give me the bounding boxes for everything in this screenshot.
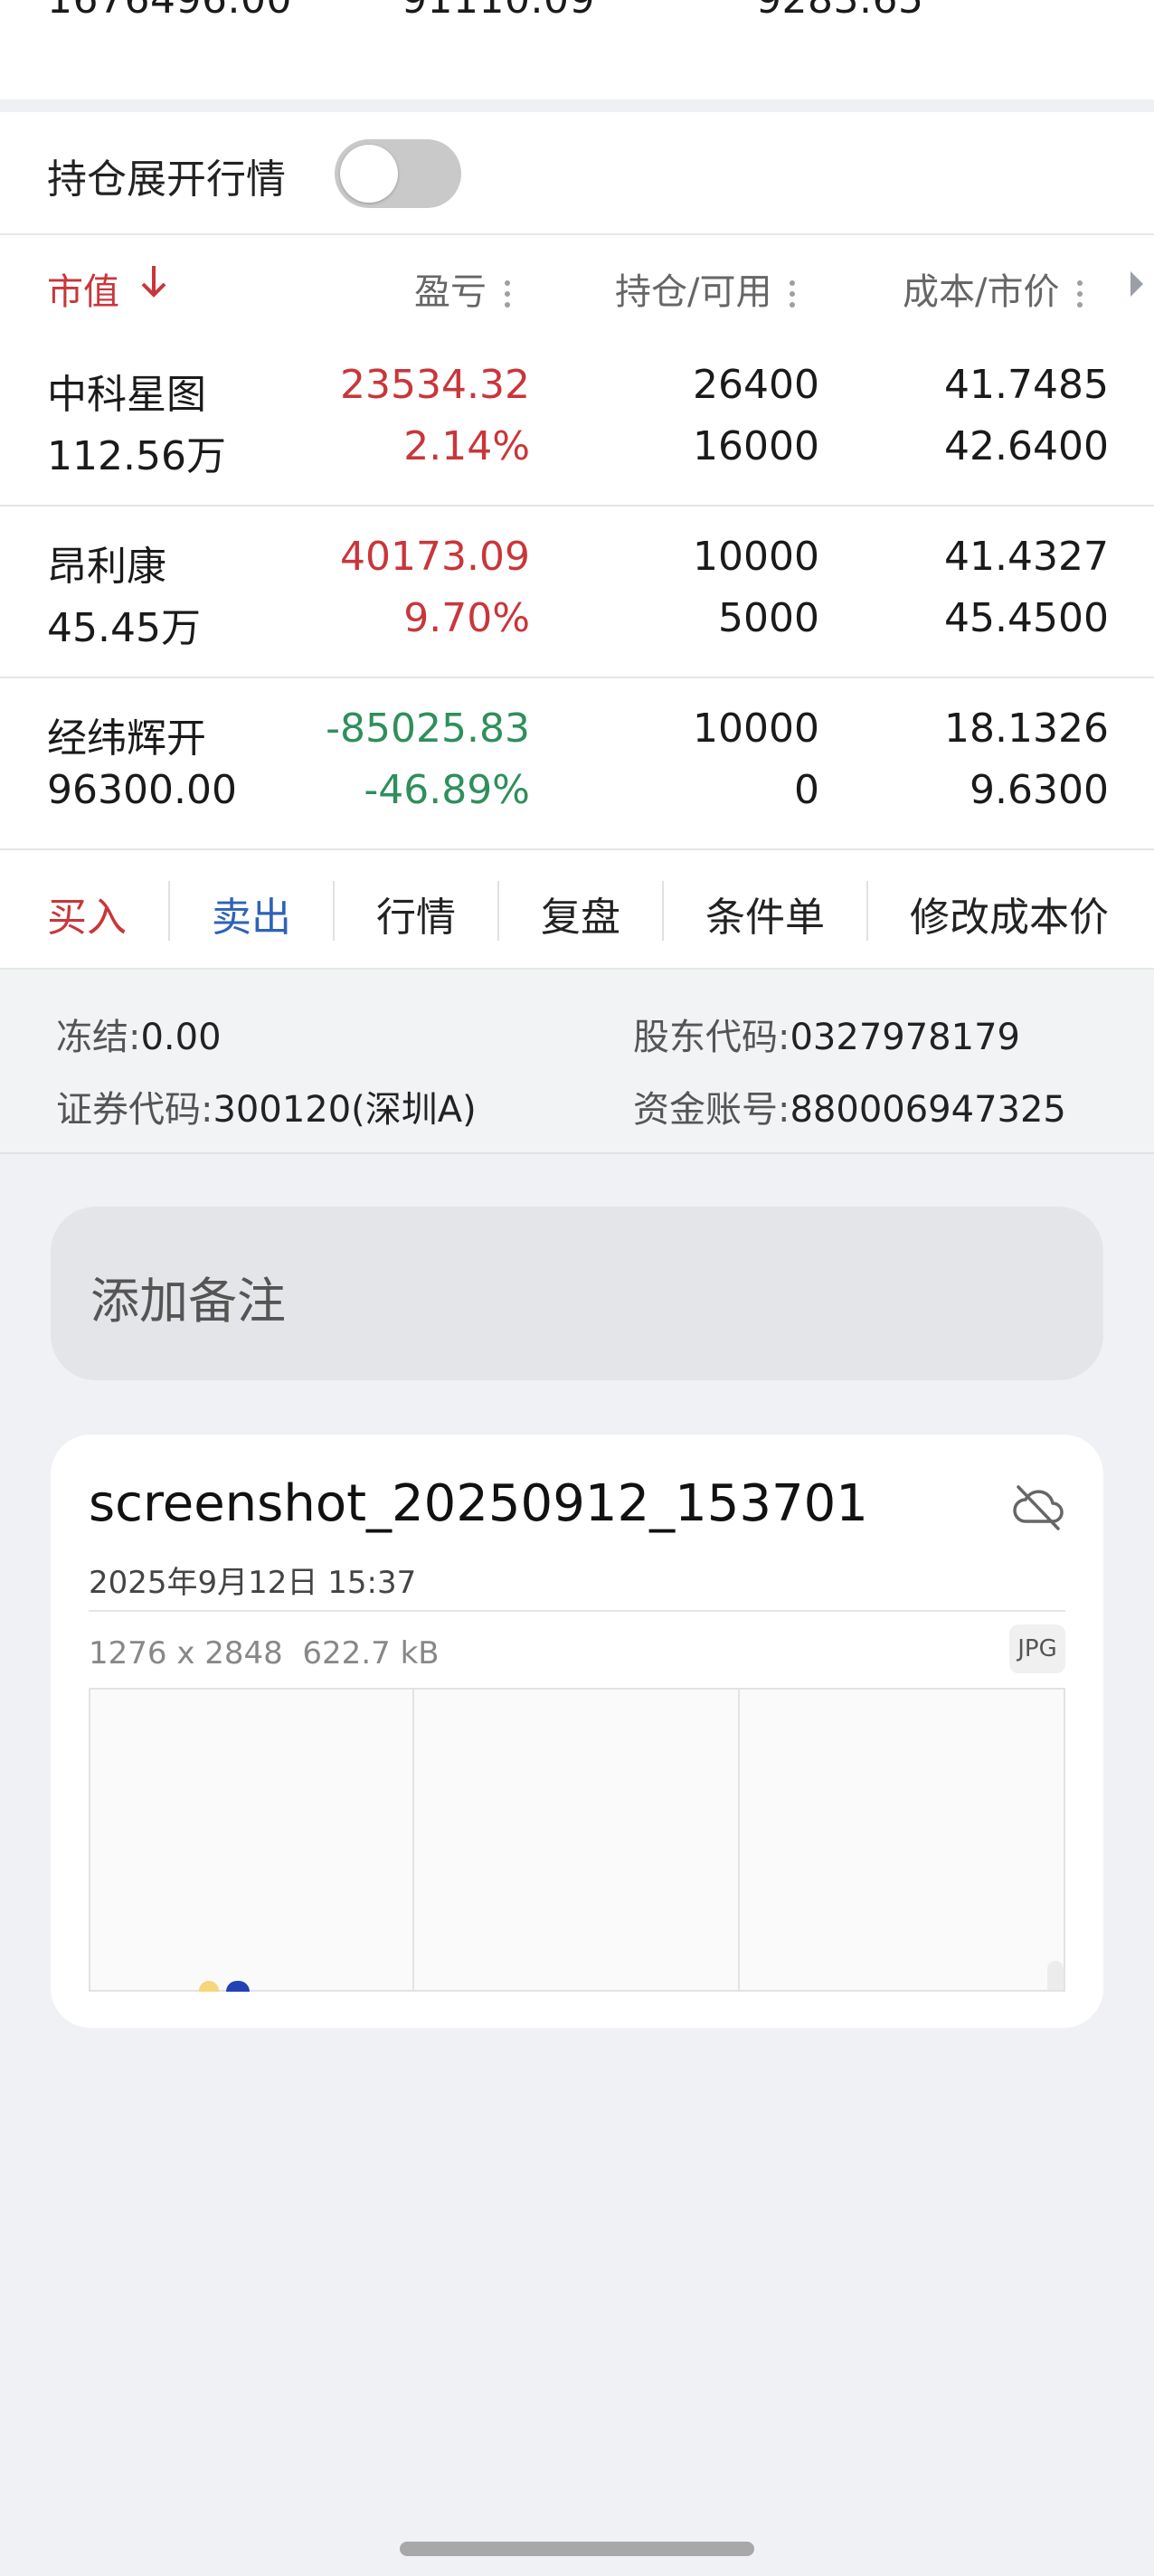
stock-profit-pct: 2.14%: [403, 423, 530, 469]
shareholder-code-value: 0327978179: [790, 1017, 1020, 1058]
edit-cost-button[interactable]: 修改成本价: [910, 885, 1109, 942]
stock-price: 42.6400: [944, 423, 1109, 469]
stock-name: 中科星图: [47, 372, 206, 418]
replay-button[interactable]: 复盘: [541, 885, 620, 942]
security-code-info: 证券代码:300120(深圳A): [56, 1080, 477, 1132]
header-cost-price-label: 成本/市价: [903, 271, 1060, 313]
stock-price: 9.6300: [970, 767, 1109, 813]
file-meta: 1276 x 2848 622.7 kB: [89, 1635, 440, 1672]
thumbnail-pane: [90, 1690, 414, 1990]
thumbnail-detail: [1047, 1961, 1064, 1990]
holdings-header: 市值 盈亏 持仓/可用 成本/市价: [0, 235, 1154, 335]
thumbnail-preview[interactable]: [89, 1688, 1065, 1992]
scroll-right-icon[interactable]: [1130, 271, 1143, 297]
divider: [333, 881, 335, 941]
file-size: 622.7 kB: [302, 1635, 440, 1672]
summary-daily-profit: 9283.65: [756, 0, 923, 23]
stock-name: 经纬辉开: [47, 715, 206, 762]
stock-position: 26400: [693, 362, 819, 408]
fund-account-info: 资金账号:880006947325: [633, 1080, 1066, 1132]
header-market-value[interactable]: 市值: [47, 262, 119, 315]
summary-profit: 91110.09: [402, 0, 595, 23]
stock-profit-pct: -46.89%: [364, 767, 530, 813]
more-vert-icon: [503, 280, 510, 308]
quote-button[interactable]: 行情: [376, 885, 456, 942]
stock-name: 昂利康: [47, 544, 166, 590]
stock-profit-pct: 9.70%: [403, 595, 530, 641]
stock-cost: 18.1326: [944, 706, 1109, 752]
stock-available: 5000: [718, 595, 819, 641]
stock-market-value: 112.56万: [47, 433, 226, 479]
stock-cost: 41.4327: [944, 534, 1109, 580]
divider: [0, 99, 1154, 112]
account-summary: 1676496.00 91110.09 9283.65: [0, 0, 1154, 99]
shareholder-code-label: 股东代码:: [633, 1017, 790, 1058]
account-info: 冻结:0.00 股东代码:0327978179 证券代码:300120(深圳A)…: [0, 970, 1154, 1154]
header-market-value-label: 市值: [47, 271, 119, 313]
header-profit-loss-label: 盈亏: [414, 271, 487, 313]
sell-button[interactable]: 卖出: [212, 885, 291, 942]
stock-available: 0: [794, 767, 819, 813]
divider: [662, 881, 664, 941]
more-vert-icon: [788, 280, 796, 308]
home-indicator[interactable]: [400, 2542, 754, 2556]
stock-price: 45.4500: [944, 595, 1109, 641]
file-name: screenshot_20250912_153701: [89, 1474, 868, 1533]
summary-total-assets: 1676496.00: [47, 0, 292, 23]
fund-account-value: 880006947325: [790, 1089, 1066, 1131]
stock-position: 10000: [693, 706, 819, 752]
table-row[interactable]: 昂利康 45.45万 40173.09 9.70% 10000 5000 41.…: [0, 507, 1154, 678]
fund-account-label: 资金账号:: [633, 1089, 790, 1131]
expand-quote-toggle[interactable]: [335, 139, 461, 208]
header-cost-price[interactable]: 成本/市价: [903, 262, 1083, 315]
stock-cost: 41.7485: [944, 362, 1109, 408]
buy-button[interactable]: 买入: [47, 885, 127, 942]
divider: [497, 881, 499, 941]
stock-available: 16000: [693, 423, 819, 469]
add-note-label: 添加备注: [90, 1273, 286, 1330]
conditional-order-button[interactable]: 条件单: [705, 885, 825, 942]
divider: [89, 1610, 1065, 1612]
stock-profit: 40173.09: [340, 534, 530, 580]
expand-quote-row: 持仓展开行情: [0, 112, 1154, 235]
divider: [866, 881, 868, 941]
stock-market-value: 96300.00: [47, 767, 237, 813]
file-dimensions: 1276 x 2848: [89, 1635, 283, 1672]
header-profit-loss[interactable]: 盈亏: [414, 262, 510, 315]
cloud-off-icon[interactable]: [1011, 1482, 1065, 1532]
toggle-knob: [340, 145, 398, 203]
expand-quote-label: 持仓展开行情: [47, 156, 286, 203]
thumbnail-pane: [414, 1690, 740, 1990]
stock-profit: 23534.32: [340, 362, 530, 408]
frozen-info: 冻结:0.00: [56, 1008, 222, 1060]
table-row[interactable]: 经纬辉开 96300.00 -85025.83 -46.89% 10000 0 …: [0, 678, 1154, 850]
header-position[interactable]: 持仓/可用: [615, 262, 796, 315]
frozen-value: 0.00: [140, 1017, 222, 1058]
stock-market-value: 45.45万: [47, 605, 201, 651]
sort-down-icon[interactable]: [136, 260, 172, 300]
action-bar: 买入 卖出 行情 复盘 条件单 修改成本价: [0, 850, 1154, 970]
add-note-button[interactable]: 添加备注: [51, 1207, 1103, 1380]
shareholder-code-info: 股东代码:0327978179: [633, 1008, 1020, 1060]
header-position-label: 持仓/可用: [615, 271, 772, 313]
stock-position: 10000: [693, 534, 819, 580]
more-vert-icon: [1075, 280, 1083, 308]
security-code-label: 证券代码:: [56, 1089, 213, 1131]
stock-profit: -85025.83: [326, 706, 530, 752]
file-date: 2025年9月12日 15:37: [89, 1565, 417, 1601]
divider: [168, 881, 170, 941]
screenshot-file-card[interactable]: screenshot_20250912_153701 2025年9月12日 15…: [51, 1435, 1103, 2028]
frozen-label: 冻结:: [56, 1017, 141, 1058]
security-code-value: 300120(深圳A): [213, 1089, 477, 1131]
table-row[interactable]: 中科星图 112.56万 23534.32 2.14% 26400 16000 …: [0, 335, 1154, 507]
file-format-badge: JPG: [1009, 1624, 1065, 1673]
